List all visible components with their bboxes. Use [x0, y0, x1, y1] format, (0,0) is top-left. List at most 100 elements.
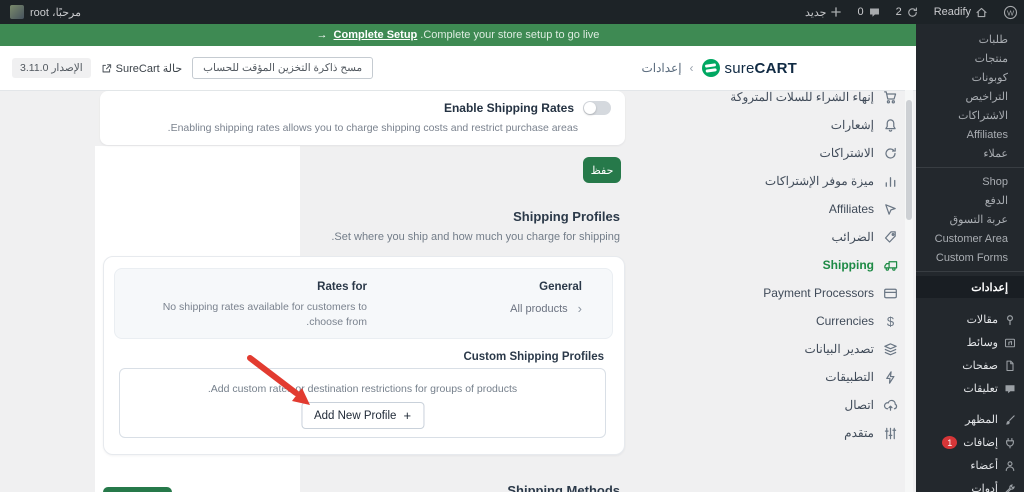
wordpress-menu[interactable]: W — [1003, 5, 1018, 20]
sidebar-item-orders[interactable]: طلبات — [916, 30, 1024, 49]
cart-icon — [883, 90, 898, 105]
surecart-status-link[interactable]: حالة SureCart — [101, 62, 183, 75]
sidebar-item-products[interactable]: منتجات — [916, 49, 1024, 68]
plus-icon: + — [403, 408, 412, 423]
sidebar-item-checkout[interactable]: الدفع — [916, 191, 1024, 210]
pin-icon — [1004, 314, 1016, 326]
new-content-link[interactable]: جديد — [805, 6, 842, 19]
wordpress-logo-icon: W — [1003, 5, 1018, 20]
add-new-profile-button[interactable]: Add New Profile + — [300, 402, 425, 429]
clear-cache-button[interactable]: مسح ذاكرة التخزين المؤقت للحساب — [192, 57, 374, 79]
status-link-label: حالة SureCart — [115, 62, 183, 75]
sidebar-item-users[interactable]: أعضاء — [916, 454, 1024, 477]
site-name-link[interactable]: Readify — [934, 6, 988, 19]
updates-link[interactable]: 2 — [896, 6, 919, 19]
enable-shipping-label: Enable Shipping Rates — [443, 101, 574, 115]
updates-icon — [906, 6, 919, 19]
sidebar-divider — [916, 167, 1024, 168]
surecart-logo[interactable]: sureCART — [701, 59, 797, 77]
settings-nav-advanced[interactable]: متقدم — [690, 419, 898, 447]
custom-profiles-box: .Add custom rates or destination restric… — [119, 368, 606, 438]
user-icon — [1004, 460, 1016, 472]
complete-setup-banner: → Complete Setup .Complete your store se… — [0, 24, 916, 46]
settings-nav-abandoned-checkout[interactable]: إنهاء الشراء للسلات المتروكة — [690, 83, 898, 111]
no-rates-line1: No shipping rates available for customer… — [162, 301, 367, 313]
updates-count: 2 — [895, 6, 902, 18]
sidebar-item-licenses[interactable]: التراخيص — [916, 87, 1024, 106]
enable-shipping-card: Enable Shipping Rates .Enabling shipping… — [100, 91, 625, 145]
save-button[interactable]: حفظ — [583, 157, 621, 183]
scrollbar-thumb[interactable] — [906, 100, 912, 220]
settings-nav-export-data[interactable]: تصدير البيانات — [690, 335, 898, 363]
plugins-update-badge: 1 — [942, 436, 958, 449]
home-icon — [975, 6, 988, 19]
sidebar-item-affiliates[interactable]: Affiliates — [916, 125, 1024, 144]
settings-nav-affiliates[interactable]: Affiliates — [690, 195, 898, 223]
screen: W Readify 2 0 جديد مرحبًا، root → Comple… — [0, 0, 1024, 492]
plugin-icon — [1004, 437, 1016, 449]
arrow-right-icon: → — [316, 29, 328, 41]
sidebar-item-comments[interactable]: تعليقات — [916, 377, 1024, 400]
svg-text:W: W — [1007, 8, 1015, 17]
settings-nav-subscriptions[interactable]: الاشتراكات — [690, 139, 898, 167]
sidebar-item-coupons[interactable]: كوبونات — [916, 68, 1024, 87]
settings-nav-taxes[interactable]: الضرائب — [690, 223, 898, 251]
general-column: General All products › — [510, 281, 582, 316]
tag-icon — [883, 230, 898, 245]
bottom-save-button-partial[interactable] — [103, 487, 172, 492]
wp-admin-bar: W Readify 2 0 جديد مرحبًا، root — [0, 0, 1024, 24]
sidebar-item-cart[interactable]: عربة التسوق — [916, 210, 1024, 229]
rates-for-column: Rates for No shipping rates available fo… — [162, 281, 367, 330]
settings-nav-payment-processors[interactable]: Payment Processors — [690, 279, 898, 307]
sidebar-item-plugins[interactable]: إضافات 1 — [916, 431, 1024, 454]
custom-shipping-profiles-title: Custom Shipping Profiles — [463, 351, 604, 363]
shipping-methods-title-partial: Shipping Methods — [507, 483, 620, 492]
sidebar-item-media[interactable]: وسائط — [916, 331, 1024, 354]
wp-sidebar: طلبات منتجات كوبونات التراخيص الاشتراكات… — [916, 24, 1024, 492]
sidebar-item-custom-forms[interactable]: Custom Forms — [916, 248, 1024, 267]
header-actions-group: الإصدار 3.11.0 حالة SureCart مسح ذاكرة ا… — [12, 46, 374, 90]
all-products-link[interactable]: All products › — [510, 301, 582, 316]
media-icon — [1004, 337, 1016, 349]
sidebar-item-shop[interactable]: Shop — [916, 172, 1024, 191]
sidebar-item-customers[interactable]: عملاء — [916, 144, 1024, 163]
truck-icon — [883, 258, 898, 273]
plus-icon — [830, 6, 842, 18]
card-icon — [883, 286, 898, 301]
general-profile-row[interactable]: General All products › Rates for No ship… — [114, 268, 613, 339]
rates-for-title: Rates for — [317, 281, 367, 293]
site-name: Readify — [933, 6, 971, 18]
chevron-right-icon: › — [577, 301, 582, 316]
dollar-icon: $ — [886, 313, 895, 329]
general-title: General — [539, 281, 582, 293]
shipping-profiles-title: Shipping Profiles — [513, 209, 620, 224]
settings-nav-connection[interactable]: اتصال — [690, 391, 898, 419]
sidebar-item-appearance[interactable]: المظهر — [916, 408, 1024, 431]
settings-nav-subscription-saver[interactable]: ميزة موفر الإشتراكات — [690, 167, 898, 195]
sidebar-item-pages[interactable]: صفحات — [916, 354, 1024, 377]
sidebar-item-tools[interactable]: أدوات — [916, 477, 1024, 492]
chart-icon — [883, 174, 898, 189]
new-label: جديد — [805, 6, 827, 19]
refresh-icon — [883, 146, 898, 161]
sidebar-item-subscriptions[interactable]: الاشتراكات — [916, 106, 1024, 125]
comment-bubble-icon — [868, 6, 881, 19]
sidebar-item-settings-active[interactable]: إعدادات — [916, 276, 1024, 298]
settings-nav-notifications[interactable]: إشعارات — [690, 111, 898, 139]
settings-nav-currencies[interactable]: $ Currencies — [690, 307, 898, 335]
my-account-link[interactable]: مرحبًا، root — [10, 0, 81, 24]
no-rates-line2: .choose from — [306, 316, 367, 329]
custom-profiles-description: .Add custom rates or destination restric… — [207, 383, 518, 395]
settings-nav: إنهاء الشراء للسلات المتروكة إشعارات الا… — [690, 83, 898, 447]
complete-setup-link[interactable]: Complete Setup — [334, 29, 418, 41]
bell-icon — [883, 118, 898, 133]
comments-count: 0 — [857, 6, 864, 18]
sidebar-item-posts[interactable]: مقالات — [916, 308, 1024, 331]
settings-nav-shipping[interactable]: Shipping — [690, 251, 898, 279]
breadcrumb-current[interactable]: إعدادات — [641, 61, 681, 75]
enable-shipping-toggle[interactable] — [583, 101, 611, 115]
brush-icon — [1004, 414, 1016, 426]
sidebar-item-customer-area[interactable]: Customer Area — [916, 229, 1024, 248]
comments-link[interactable]: 0 — [857, 6, 880, 19]
settings-nav-apps[interactable]: التطبيقات — [690, 363, 898, 391]
